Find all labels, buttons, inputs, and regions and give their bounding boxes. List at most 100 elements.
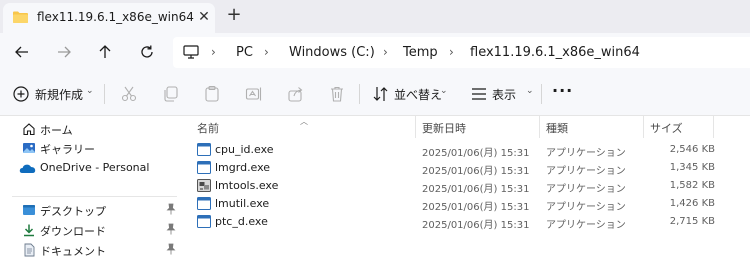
sort-icon — [373, 87, 388, 101]
navigation-pane: ホーム ギャラリー OneDrive - Personal デスクトップ ダウン… — [0, 116, 185, 264]
exe-icon — [197, 143, 211, 156]
sidebar-item-gallery[interactable]: ギャラリー — [0, 138, 185, 158]
sidebar-item-home[interactable]: ホーム — [0, 119, 185, 139]
sidebar-divider — [12, 196, 177, 197]
cut-button[interactable] — [120, 83, 138, 105]
column-header-name[interactable]: 名前 — [197, 120, 219, 136]
list-view-icon — [472, 88, 486, 100]
arrow-right-icon — [58, 46, 71, 58]
pc-icon — [183, 45, 199, 59]
back-button[interactable] — [11, 41, 33, 63]
file-size: 1,426 KB — [669, 198, 715, 209]
file-row[interactable]: ptc_d.exe 2025/01/06(月) 15:31 アプリケーション 2… — [193, 213, 715, 231]
pin-icon — [166, 203, 176, 215]
column-header-size[interactable]: サイズ — [650, 120, 683, 136]
breadcrumb-separator: › — [211, 45, 216, 59]
paste-button[interactable] — [203, 83, 221, 105]
column-divider[interactable] — [415, 116, 416, 138]
file-modified: 2025/01/06(月) 15:31 — [422, 202, 530, 213]
copy-icon — [164, 86, 178, 102]
column-divider[interactable] — [643, 116, 644, 138]
column-header-type[interactable]: 種類 — [546, 120, 568, 136]
refresh-button[interactable] — [136, 41, 158, 63]
share-button[interactable] — [287, 83, 305, 105]
exe-icon — [197, 215, 211, 228]
file-type: アプリケーション — [546, 166, 626, 177]
lmtools-app-icon — [197, 179, 211, 192]
sidebar-item-onedrive[interactable]: OneDrive - Personal — [0, 158, 185, 178]
breadcrumb-item-current[interactable]: flex11.19.6.1_x86e_win64 — [470, 45, 640, 60]
toolbar-divider — [104, 84, 105, 104]
view-button[interactable]: 表示 ⌄ — [470, 83, 534, 105]
home-icon — [23, 123, 35, 136]
file-size: 1,345 KB — [669, 162, 715, 173]
tab-close-button[interactable]: ✕ — [196, 7, 212, 27]
column-header-modified[interactable]: 更新日時 — [422, 120, 466, 136]
file-modified: 2025/01/06(月) 15:31 — [422, 148, 530, 159]
sidebar-item-label: ギャラリー — [40, 143, 95, 156]
new-button[interactable]: 新規作成 ⌄ — [12, 83, 94, 105]
rename-button[interactable] — [245, 83, 263, 105]
column-divider[interactable] — [539, 116, 540, 138]
breadcrumb-item-pc[interactable]: PC — [236, 45, 253, 60]
file-size: 2,546 KB — [669, 144, 715, 155]
toolbar-divider — [359, 84, 360, 104]
file-row[interactable]: cpu_id.exe 2025/01/06(月) 15:31 アプリケーション … — [193, 141, 715, 159]
desktop-icon — [23, 205, 35, 215]
copy-button[interactable] — [162, 83, 180, 105]
tab-strip: flex11.19.6.1_x86e_win64 ✕ + — [0, 0, 750, 33]
breadcrumb-separator: › — [383, 45, 388, 59]
up-button[interactable] — [94, 41, 116, 63]
more-options-button[interactable]: ··· — [552, 81, 573, 100]
file-name: lmtools.exe — [215, 179, 279, 192]
sidebar-item-label: OneDrive - Personal — [40, 161, 150, 174]
address-bar[interactable]: › PC › Windows (C:) › Temp › flex11.19.6… — [173, 37, 750, 68]
sort-ascending-icon: ︿ — [300, 117, 308, 126]
breadcrumb-item-drive[interactable]: Windows (C:) — [289, 45, 375, 60]
file-modified: 2025/01/06(月) 15:31 — [422, 166, 530, 177]
new-tab-button[interactable]: + — [224, 6, 244, 26]
sidebar-item-desktop[interactable]: デスクトップ — [0, 200, 185, 220]
sidebar-item-label: ドキュメント — [40, 245, 106, 258]
plus-circle-icon — [13, 86, 29, 102]
file-type: アプリケーション — [546, 202, 626, 213]
command-bar: 新規作成 ⌄ 並べ替え ⌄ 表示 ⌄ ··· — [0, 71, 750, 116]
file-name: ptc_d.exe — [215, 215, 268, 228]
view-label: 表示 — [492, 88, 517, 102]
rename-icon — [245, 87, 262, 101]
file-size: 1,582 KB — [669, 180, 715, 191]
download-icon — [24, 224, 34, 237]
file-list: ︿ 名前 更新日時 種類 サイズ cpu_id.exe 2025/01/06(月… — [185, 116, 750, 264]
gallery-icon — [23, 143, 35, 153]
file-type: アプリケーション — [546, 184, 626, 195]
arrow-up-icon — [99, 45, 111, 58]
arrow-left-icon — [15, 46, 28, 58]
share-icon — [288, 87, 303, 102]
chevron-down-icon: ⌄ — [526, 86, 534, 96]
pin-icon — [166, 223, 176, 235]
pin-icon — [166, 243, 176, 255]
file-name: cpu_id.exe — [215, 143, 274, 156]
file-row[interactable]: lmutil.exe 2025/01/06(月) 15:31 アプリケーション … — [193, 195, 715, 213]
file-row[interactable]: lmtools.exe 2025/01/06(月) 15:31 アプリケーション… — [193, 177, 715, 195]
exe-icon — [197, 161, 211, 174]
file-row[interactable]: lmgrd.exe 2025/01/06(月) 15:31 アプリケーション 1… — [193, 159, 715, 177]
sidebar-item-downloads[interactable]: ダウンロード — [0, 220, 185, 240]
address-row: › PC › Windows (C:) › Temp › flex11.19.6… — [0, 33, 750, 71]
sort-button[interactable]: 並べ替え ⌄ — [372, 83, 450, 105]
tab-current-folder[interactable]: flex11.19.6.1_x86e_win64 ✕ — [3, 3, 215, 33]
file-modified: 2025/01/06(月) 15:31 — [422, 220, 530, 231]
breadcrumb-separator: › — [264, 45, 269, 59]
sidebar-item-documents[interactable]: ドキュメント — [0, 240, 185, 260]
forward-button[interactable] — [53, 41, 75, 63]
sidebar-item-label: デスクトップ — [40, 205, 106, 218]
breadcrumb-separator: › — [449, 45, 454, 59]
file-size: 2,715 KB — [669, 216, 715, 227]
column-divider[interactable] — [713, 116, 714, 138]
file-type: アプリケーション — [546, 220, 626, 231]
chevron-down-icon: ⌄ — [86, 86, 94, 96]
delete-button[interactable] — [328, 83, 346, 105]
folder-icon — [13, 11, 28, 23]
breadcrumb-item-temp[interactable]: Temp — [403, 45, 438, 60]
refresh-icon — [141, 45, 153, 58]
